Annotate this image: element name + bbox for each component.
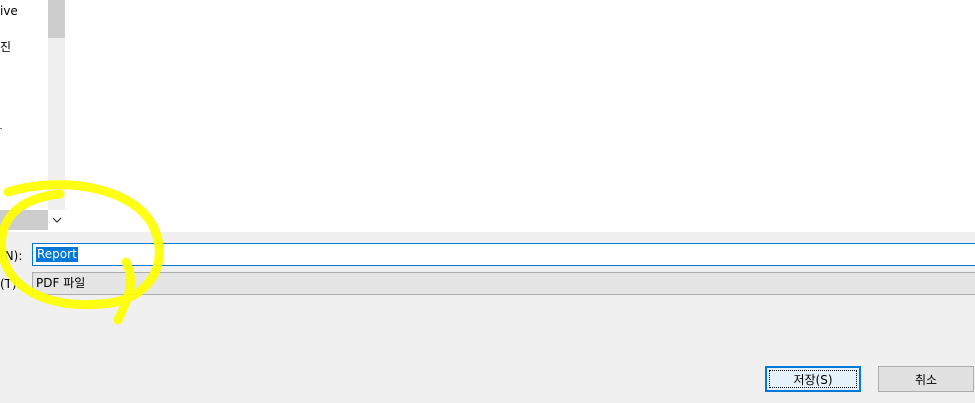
filetype-select[interactable]: PDF 파일 [32, 272, 975, 295]
filename-label: (N): [0, 249, 23, 263]
save-button[interactable]: 저장(S) [765, 366, 861, 392]
nav-vertical-scrollbar[interactable] [48, 0, 65, 210]
nav-item-onedrive[interactable]: ive [0, 4, 18, 18]
filetype-value: PDF 파일 [36, 276, 86, 290]
filename-input[interactable]: Report [32, 243, 975, 266]
filename-value: Report [36, 247, 78, 262]
file-browser-area[interactable]: ive 진 [0, 0, 975, 232]
nav-item-fragment [0, 128, 2, 129]
cancel-button[interactable]: 취소 [878, 366, 974, 392]
chevron-down-icon[interactable] [48, 210, 65, 230]
navigation-pane[interactable]: ive 진 [0, 0, 48, 232]
filetype-label: (T): [0, 277, 21, 291]
nav-scrollbar-thumb[interactable] [48, 0, 65, 38]
nav-item-pictures[interactable]: 진 [0, 38, 11, 55]
nav-horizontal-scrollbar-thumb[interactable] [0, 210, 48, 230]
